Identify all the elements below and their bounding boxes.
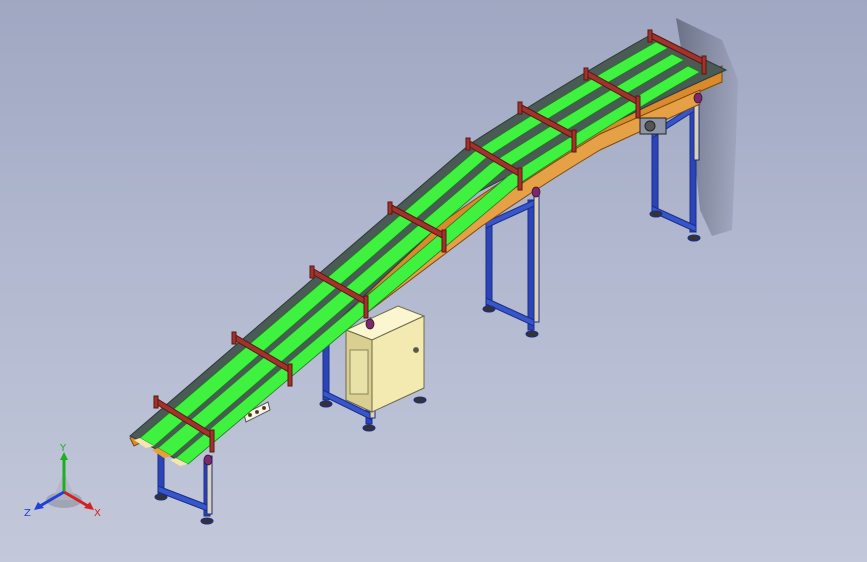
- graphics-viewport[interactable]: Y X Z: [0, 0, 867, 562]
- z-axis-label: Z: [24, 508, 31, 519]
- leg-caps: [203, 92, 703, 466]
- y-axis-label: Y: [59, 444, 67, 454]
- coordinate-triad: Y X Z: [24, 444, 101, 519]
- x-axis-label: X: [94, 508, 101, 519]
- drive-motor: [639, 117, 667, 135]
- conveyor-model[interactable]: [0, 0, 867, 562]
- control-cabinet: [344, 305, 426, 413]
